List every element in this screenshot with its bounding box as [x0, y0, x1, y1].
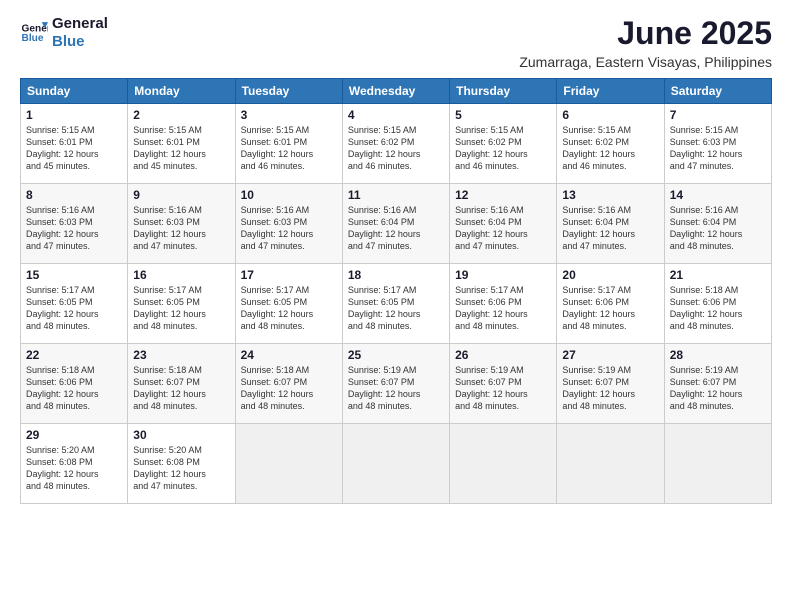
subtitle: Zumarraga, Eastern Visayas, Philippines — [519, 54, 772, 70]
cell-jun18: 18 Sunrise: 5:17 AMSunset: 6:05 PMDaylig… — [342, 264, 449, 344]
logo-line1: General — [52, 15, 108, 33]
page: General Blue General Blue June 2025 Zuma… — [0, 0, 792, 612]
cell-empty-5 — [664, 424, 771, 504]
cell-jun1: 1 Sunrise: 5:15 AMSunset: 6:01 PMDayligh… — [21, 104, 128, 184]
col-friday: Friday — [557, 79, 664, 104]
cell-jun14: 14 Sunrise: 5:16 AMSunset: 6:04 PMDaylig… — [664, 184, 771, 264]
cell-jun7: 7 Sunrise: 5:15 AMSunset: 6:03 PMDayligh… — [664, 104, 771, 184]
header: General Blue General Blue June 2025 Zuma… — [20, 15, 772, 70]
cell-empty-4 — [557, 424, 664, 504]
svg-text:Blue: Blue — [22, 33, 44, 44]
table-row: 1 Sunrise: 5:15 AMSunset: 6:01 PMDayligh… — [21, 104, 772, 184]
cell-jun11: 11 Sunrise: 5:16 AMSunset: 6:04 PMDaylig… — [342, 184, 449, 264]
cell-jun23: 23 Sunrise: 5:18 AMSunset: 6:07 PMDaylig… — [128, 344, 235, 424]
logo-icon: General Blue — [20, 19, 48, 47]
cell-jun21: 21 Sunrise: 5:18 AMSunset: 6:06 PMDaylig… — [664, 264, 771, 344]
cell-jun25: 25 Sunrise: 5:19 AMSunset: 6:07 PMDaylig… — [342, 344, 449, 424]
cell-empty-2 — [342, 424, 449, 504]
col-thursday: Thursday — [450, 79, 557, 104]
cell-jun30: 30 Sunrise: 5:20 AMSunset: 6:08 PMDaylig… — [128, 424, 235, 504]
cell-jun17: 17 Sunrise: 5:17 AMSunset: 6:05 PMDaylig… — [235, 264, 342, 344]
title-area: June 2025 Zumarraga, Eastern Visayas, Ph… — [519, 15, 772, 70]
calendar: Sunday Monday Tuesday Wednesday Thursday… — [20, 78, 772, 504]
cell-jun26: 26 Sunrise: 5:19 AMSunset: 6:07 PMDaylig… — [450, 344, 557, 424]
cell-jun27: 27 Sunrise: 5:19 AMSunset: 6:07 PMDaylig… — [557, 344, 664, 424]
cell-jun19: 19 Sunrise: 5:17 AMSunset: 6:06 PMDaylig… — [450, 264, 557, 344]
cell-jun16: 16 Sunrise: 5:17 AMSunset: 6:05 PMDaylig… — [128, 264, 235, 344]
cell-jun5: 5 Sunrise: 5:15 AMSunset: 6:02 PMDayligh… — [450, 104, 557, 184]
cell-jun9: 9 Sunrise: 5:16 AMSunset: 6:03 PMDayligh… — [128, 184, 235, 264]
cell-jun8: 8 Sunrise: 5:16 AMSunset: 6:03 PMDayligh… — [21, 184, 128, 264]
table-row: 29 Sunrise: 5:20 AMSunset: 6:08 PMDaylig… — [21, 424, 772, 504]
cell-jun13: 13 Sunrise: 5:16 AMSunset: 6:04 PMDaylig… — [557, 184, 664, 264]
table-row: 8 Sunrise: 5:16 AMSunset: 6:03 PMDayligh… — [21, 184, 772, 264]
col-monday: Monday — [128, 79, 235, 104]
cell-jun22: 22 Sunrise: 5:18 AMSunset: 6:06 PMDaylig… — [21, 344, 128, 424]
col-tuesday: Tuesday — [235, 79, 342, 104]
col-saturday: Saturday — [664, 79, 771, 104]
cell-jun29: 29 Sunrise: 5:20 AMSunset: 6:08 PMDaylig… — [21, 424, 128, 504]
header-row: Sunday Monday Tuesday Wednesday Thursday… — [21, 79, 772, 104]
table-row: 15 Sunrise: 5:17 AMSunset: 6:05 PMDaylig… — [21, 264, 772, 344]
cell-jun28: 28 Sunrise: 5:19 AMSunset: 6:07 PMDaylig… — [664, 344, 771, 424]
cell-jun4: 4 Sunrise: 5:15 AMSunset: 6:02 PMDayligh… — [342, 104, 449, 184]
cell-jun3: 3 Sunrise: 5:15 AMSunset: 6:01 PMDayligh… — [235, 104, 342, 184]
main-title: June 2025 — [519, 15, 772, 52]
col-wednesday: Wednesday — [342, 79, 449, 104]
cell-jun15: 15 Sunrise: 5:17 AMSunset: 6:05 PMDaylig… — [21, 264, 128, 344]
cell-empty-1 — [235, 424, 342, 504]
cell-jun20: 20 Sunrise: 5:17 AMSunset: 6:06 PMDaylig… — [557, 264, 664, 344]
logo-line2: Blue — [52, 33, 108, 51]
cell-jun10: 10 Sunrise: 5:16 AMSunset: 6:03 PMDaylig… — [235, 184, 342, 264]
table-row: 22 Sunrise: 5:18 AMSunset: 6:06 PMDaylig… — [21, 344, 772, 424]
col-sunday: Sunday — [21, 79, 128, 104]
cell-empty-3 — [450, 424, 557, 504]
cell-jun2: 2 Sunrise: 5:15 AMSunset: 6:01 PMDayligh… — [128, 104, 235, 184]
cell-jun12: 12 Sunrise: 5:16 AMSunset: 6:04 PMDaylig… — [450, 184, 557, 264]
cell-jun24: 24 Sunrise: 5:18 AMSunset: 6:07 PMDaylig… — [235, 344, 342, 424]
logo: General Blue General Blue — [20, 15, 108, 51]
cell-jun6: 6 Sunrise: 5:15 AMSunset: 6:02 PMDayligh… — [557, 104, 664, 184]
